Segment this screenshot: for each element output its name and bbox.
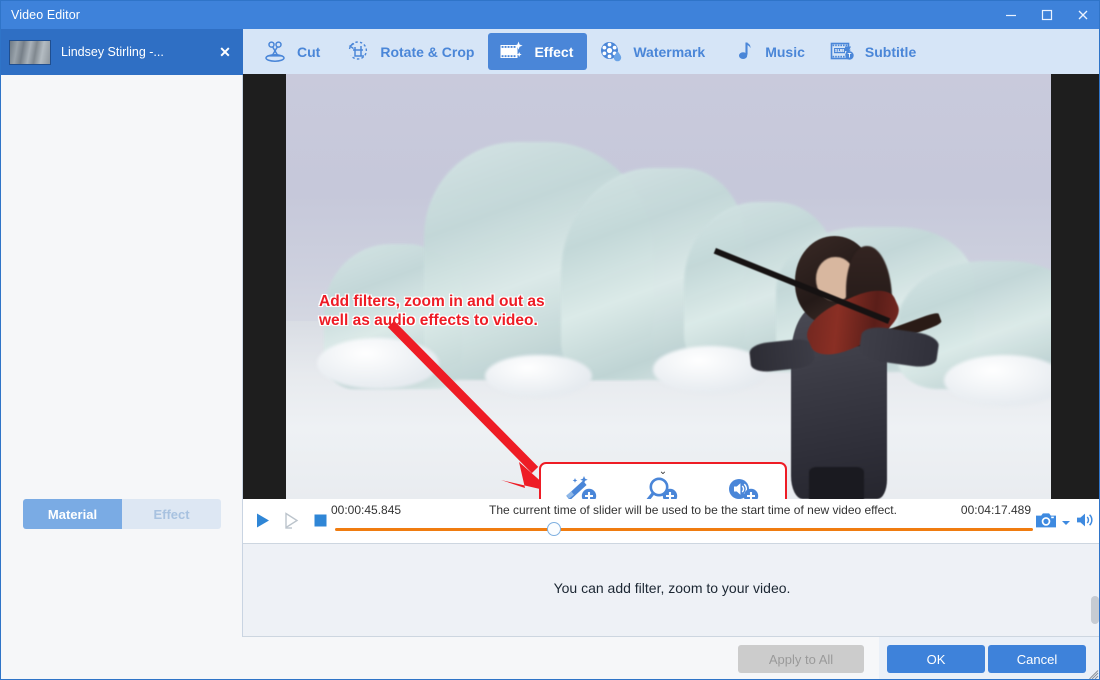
minimize-icon (1006, 14, 1016, 17)
toolbar-item-music[interactable]: Music (719, 33, 819, 70)
step-forward-icon (284, 511, 298, 529)
annotation-text: Add filters, zoom in and out as well as … (319, 293, 545, 329)
toolbar-label-cut: Cut (297, 43, 321, 60)
svg-text:SUB: SUB (835, 48, 845, 53)
apply-to-all-button[interactable]: Apply to All (738, 645, 864, 673)
sidebar-item-clip[interactable]: Lindsey Stirling -... ✕ (1, 29, 243, 75)
stop-button[interactable] (309, 509, 331, 531)
sidebar-tab-material[interactable]: Material (23, 499, 122, 529)
toolbar-label-effect: Effect (534, 43, 574, 60)
cancel-button[interactable]: Cancel (988, 645, 1086, 673)
player-right-controls (1035, 511, 1095, 534)
ok-button[interactable]: OK (887, 645, 985, 673)
volume-button[interactable] (1075, 511, 1095, 534)
violinist-figure (714, 235, 975, 499)
svg-text:T: T (848, 53, 852, 59)
sidebar-tabs: Material Effect (23, 499, 221, 529)
video-preview[interactable]: Add filters, zoom in and out as well as … (243, 74, 1099, 499)
toolbar-label-music: Music (765, 43, 805, 60)
toolbar-item-rotate-crop[interactable]: Rotate & Crop (334, 33, 488, 70)
progress-slider[interactable] (335, 522, 1033, 536)
maximize-button[interactable] (1029, 1, 1065, 29)
toolbar-item-watermark[interactable]: Watermark (587, 33, 719, 70)
speaker-icon (1077, 513, 1093, 527)
clip-close-icon[interactable]: ✕ (215, 44, 235, 61)
top-toolbar: Cut Rotate & Crop Effect Watermark Music… (243, 29, 1099, 74)
step-forward-button[interactable] (280, 509, 302, 531)
rotate-crop-icon (344, 39, 372, 65)
window-controls (993, 1, 1099, 29)
snow-mound (484, 354, 592, 397)
effect-list-panel: You can add filter, zoom to your video. (243, 544, 1099, 637)
snapshot-dropdown-button[interactable] (1061, 514, 1071, 532)
toolbar-item-effect[interactable]: Effect (488, 33, 588, 70)
stop-icon (314, 514, 326, 526)
progress-track (335, 528, 1033, 531)
toolbar-item-cut[interactable]: Cut (251, 33, 334, 70)
player-hint-text: The current time of slider will be used … (489, 503, 897, 517)
clip-thumbnail (9, 39, 51, 65)
speaker-plus-icon (729, 479, 759, 499)
play-icon (256, 513, 269, 527)
subtitle-icon: SUB T (829, 39, 857, 65)
progress-slider-handle[interactable] (547, 522, 561, 536)
chevron-down-icon[interactable]: ⌄ (659, 467, 667, 477)
close-button[interactable] (1065, 1, 1099, 29)
cut-icon (261, 39, 289, 65)
add-audio-effect-button[interactable] (704, 464, 785, 499)
sidebar-body (1, 75, 242, 679)
toolbar-label-subtitle: Subtitle (864, 43, 917, 60)
magic-wand-plus-icon (565, 476, 596, 499)
watermark-icon (597, 39, 625, 65)
resize-grip-icon[interactable] (1089, 670, 1099, 680)
panel-message: You can add filter, zoom to your video. (553, 580, 791, 596)
transport-controls (251, 509, 331, 531)
window-title: Video Editor (11, 8, 81, 22)
video-editor-window: Video Editor Lindsey Stirling -... ✕ Mat… (0, 0, 1100, 680)
snow-mound (316, 337, 439, 389)
clip-title: Lindsey Stirling -... (61, 45, 164, 59)
title-bar: Video Editor (1, 1, 1099, 29)
chevron-down-icon (1062, 520, 1070, 525)
minimize-button[interactable] (993, 1, 1029, 29)
toolbar-item-subtitle[interactable]: SUB T Subtitle (819, 33, 930, 70)
add-filter-button[interactable] (541, 464, 622, 499)
player-bar: 00:00:45.845 The current time of slider … (243, 499, 1099, 544)
panel-scrollbar[interactable] (1091, 596, 1099, 624)
toolbar-label-watermark: Watermark (633, 43, 706, 60)
total-time-label: 00:04:17.489 (960, 503, 1031, 517)
magnifier-plus-icon (646, 477, 678, 499)
close-icon (1078, 10, 1088, 20)
toolbar-label-rotate-crop: Rotate & Crop (380, 43, 475, 60)
effect-icon (498, 39, 526, 65)
current-time-label: 00:00:45.845 (331, 503, 402, 517)
maximize-icon (1041, 9, 1053, 21)
footer-bar: Apply to All OK Cancel (1, 637, 1099, 680)
effect-popup: ⌄ (539, 462, 787, 499)
video-frame (286, 74, 1051, 499)
play-button[interactable] (251, 509, 273, 531)
sidebar: Lindsey Stirling -... ✕ Material Effect (1, 29, 243, 679)
snapshot-button[interactable] (1035, 511, 1057, 534)
sidebar-tab-effect[interactable]: Effect (122, 499, 221, 529)
music-note-icon (729, 39, 757, 65)
camera-icon (1036, 513, 1056, 528)
